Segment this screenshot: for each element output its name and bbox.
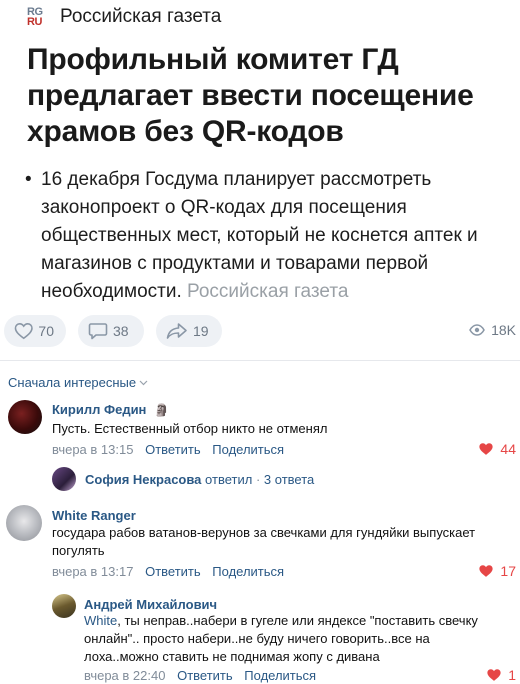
heart-icon — [14, 323, 33, 340]
comment-meta: вчера в 13:17 Ответить Поделиться — [52, 564, 284, 579]
article-headline[interactable]: Профильный комитет ГД предлагает ввести … — [27, 42, 497, 150]
source-header[interactable]: RG RU Российская газета — [27, 4, 221, 30]
source-name[interactable]: Российская газета — [60, 6, 221, 28]
article-summary: • 16 декабря Госдума планирует рассмотре… — [25, 166, 505, 306]
avatar[interactable] — [6, 505, 42, 541]
share-icon — [166, 323, 187, 339]
comment-meta: вчера в 22:40 Ответить Поделиться — [84, 668, 316, 683]
comment-text: государа рабов ватанов-верунов за свечка… — [52, 525, 476, 558]
reply-button[interactable]: Ответить — [145, 442, 201, 457]
thread-action: ответил — [205, 472, 253, 487]
comment-author[interactable]: White Ranger — [52, 508, 136, 523]
sort-label: Сначала интересные — [8, 375, 137, 390]
views-count: 18K — [491, 322, 516, 338]
thread-author: София Некрасова — [85, 472, 202, 487]
share-count: 19 — [193, 323, 209, 339]
comment-like-button[interactable]: 1 — [486, 667, 516, 683]
comment-author[interactable]: Кирилл Федин 🗿 — [52, 402, 169, 417]
comment-author[interactable]: Андрей Михайлович — [84, 597, 217, 612]
thread-sep: · — [255, 472, 261, 487]
comment-meta: вчера в 13:15 Ответить Поделиться — [52, 442, 284, 457]
reply-button[interactable]: Ответить — [177, 668, 233, 683]
comment-text: White, ты неправ..набери в гугеле или ян… — [84, 612, 504, 666]
comment-like-count: 17 — [500, 563, 516, 579]
source-logo[interactable]: RG RU — [27, 5, 49, 29]
comment-button[interactable]: 38 — [78, 315, 144, 347]
comment-like-count: 1 — [508, 667, 516, 683]
comment-sort-dropdown[interactable]: Сначала интересные — [8, 375, 148, 390]
comment-like-button[interactable]: 17 — [478, 563, 516, 579]
share-button[interactable]: 19 — [156, 315, 222, 347]
comment-body: , ты неправ..набери в гугеле или яндексе… — [84, 613, 478, 664]
action-bar: 70 38 19 18K — [4, 315, 516, 347]
section-divider — [0, 360, 520, 361]
avatar[interactable] — [8, 400, 42, 434]
chevron-down-icon — [139, 380, 148, 385]
views-counter: 18K — [469, 322, 516, 338]
heart-icon — [487, 669, 501, 681]
comment-like-count: 44 — [500, 441, 516, 457]
heart-icon — [479, 565, 494, 577]
bullet-dot: • — [25, 169, 32, 190]
summary-source-link[interactable]: Российская газета — [187, 281, 348, 302]
reply-mention-link[interactable]: White — [84, 613, 117, 628]
author-badge: 🗿 — [154, 403, 169, 417]
share-comment-button[interactable]: Поделиться — [244, 668, 316, 683]
comment-icon — [88, 323, 108, 340]
share-comment-button[interactable]: Поделиться — [212, 564, 284, 579]
comment-text: Пусть. Естественный отбор никто не отмен… — [52, 421, 328, 436]
like-count: 70 — [38, 323, 54, 339]
thread-avatar[interactable] — [52, 467, 76, 491]
share-comment-button[interactable]: Поделиться — [212, 442, 284, 457]
comment-time[interactable]: вчера в 13:15 — [52, 442, 133, 457]
reply-button[interactable]: Ответить — [145, 564, 201, 579]
eye-icon — [469, 324, 485, 336]
comment-time[interactable]: вчера в 13:17 — [52, 564, 133, 579]
heart-icon — [479, 443, 494, 455]
thread-count: 3 ответа — [263, 472, 315, 487]
comment-time[interactable]: вчера в 22:40 — [84, 668, 165, 683]
comment-count: 38 — [113, 323, 129, 339]
like-button[interactable]: 70 — [4, 315, 66, 347]
thread-preview-link[interactable]: София Некрасова ответил · 3 ответа — [85, 472, 314, 487]
comment-like-button[interactable]: 44 — [478, 441, 516, 457]
avatar[interactable] — [52, 594, 76, 618]
logo-line2: RU — [27, 16, 42, 28]
